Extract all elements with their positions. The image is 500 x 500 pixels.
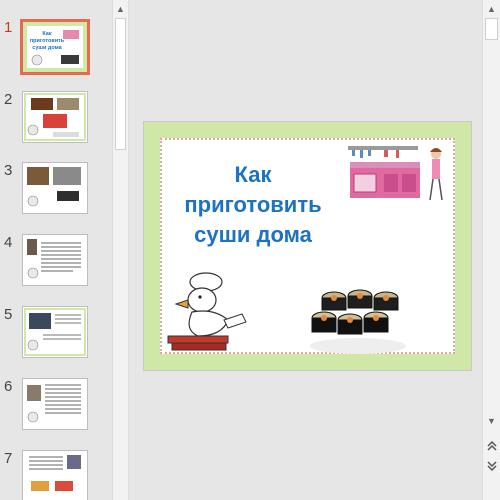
kitchen-illustration [348,146,443,201]
slide-thumbnail-1[interactable]: 1 Как приготовить суши дома [0,19,112,84]
svg-text:суши дома: суши дома [32,45,62,51]
main-vertical-scrollbar[interactable]: ▲ ▼ [482,0,500,500]
slide-6-preview-graphic [23,379,87,429]
slide-number: 3 [4,162,13,179]
slide-number: 1 [4,19,13,36]
slide-3-preview-graphic [23,163,87,213]
svg-text:приготовить: приготовить [30,38,65,44]
title-line: Как [234,162,272,187]
arrow-up-icon[interactable]: ▲ [113,0,128,17]
thumbnail-pane-scrollbar[interactable]: ▲ [112,0,129,500]
slide-thumbnail-5[interactable]: 5 [0,306,112,368]
slide-thumbnail-pane: 1 Как приготовить суши дома 2 3 4 5 6 7 [0,0,112,500]
current-slide[interactable]: Как приготовить суши дома [143,121,472,371]
title-line: приготовить [184,192,322,217]
slide-thumbnail-6[interactable]: 6 [0,378,112,440]
sushi-rolls-photo [310,289,406,354]
slide-thumbnail-preview[interactable] [22,306,88,358]
slide-thumbnail-7[interactable]: 7 [0,450,112,500]
slide-4-preview-graphic [23,235,87,285]
slide-number: 5 [4,306,13,323]
slide-thumbnail-3[interactable]: 3 [0,162,112,224]
slide-thumbnail-4[interactable]: 4 [0,234,112,296]
slide-2-preview-graphic [23,92,87,142]
double-chevron-down-icon[interactable] [483,457,500,474]
slide-number: 6 [4,378,13,395]
slide-thumbnail-preview[interactable] [22,450,88,500]
slide-thumbnail-preview[interactable] [22,91,88,143]
svg-text:Как: Как [42,31,51,37]
next-slide-glyph [486,460,497,471]
arrow-down-icon[interactable]: ▼ [483,412,500,429]
slide-1-preview-graphic: Как приготовить суши дома [23,22,87,72]
slide-5-preview-graphic [23,307,87,357]
slide-7-preview-graphic [23,451,87,500]
chef-chicken-illustration [167,272,247,351]
slide-editing-area: Как приготовить суши дома [130,0,482,500]
slide-thumbnail-preview[interactable] [22,378,88,430]
slide-thumbnail-preview[interactable]: Как приготовить суши дома [20,19,90,75]
slide-number: 2 [4,91,13,108]
main-scroll-thumb[interactable] [485,18,498,40]
powerpoint-window: 1 Как приготовить суши дома 2 3 4 5 6 7 … [0,0,500,500]
slide-number: 4 [4,234,13,251]
slide-thumbnail-preview[interactable] [22,234,88,286]
thumbnail-scroll-thumb[interactable] [115,18,126,150]
slide-number: 7 [4,450,13,467]
arrow-up-icon[interactable]: ▲ [483,0,500,17]
slide-thumbnail-preview[interactable] [22,162,88,214]
slide-thumbnail-2[interactable]: 2 [0,91,112,153]
previous-slide-glyph [486,440,497,451]
title-line: суши дома [194,222,312,247]
double-chevron-up-icon[interactable] [483,437,500,454]
slide-title[interactable]: Как приготовить суши дома [170,160,336,250]
